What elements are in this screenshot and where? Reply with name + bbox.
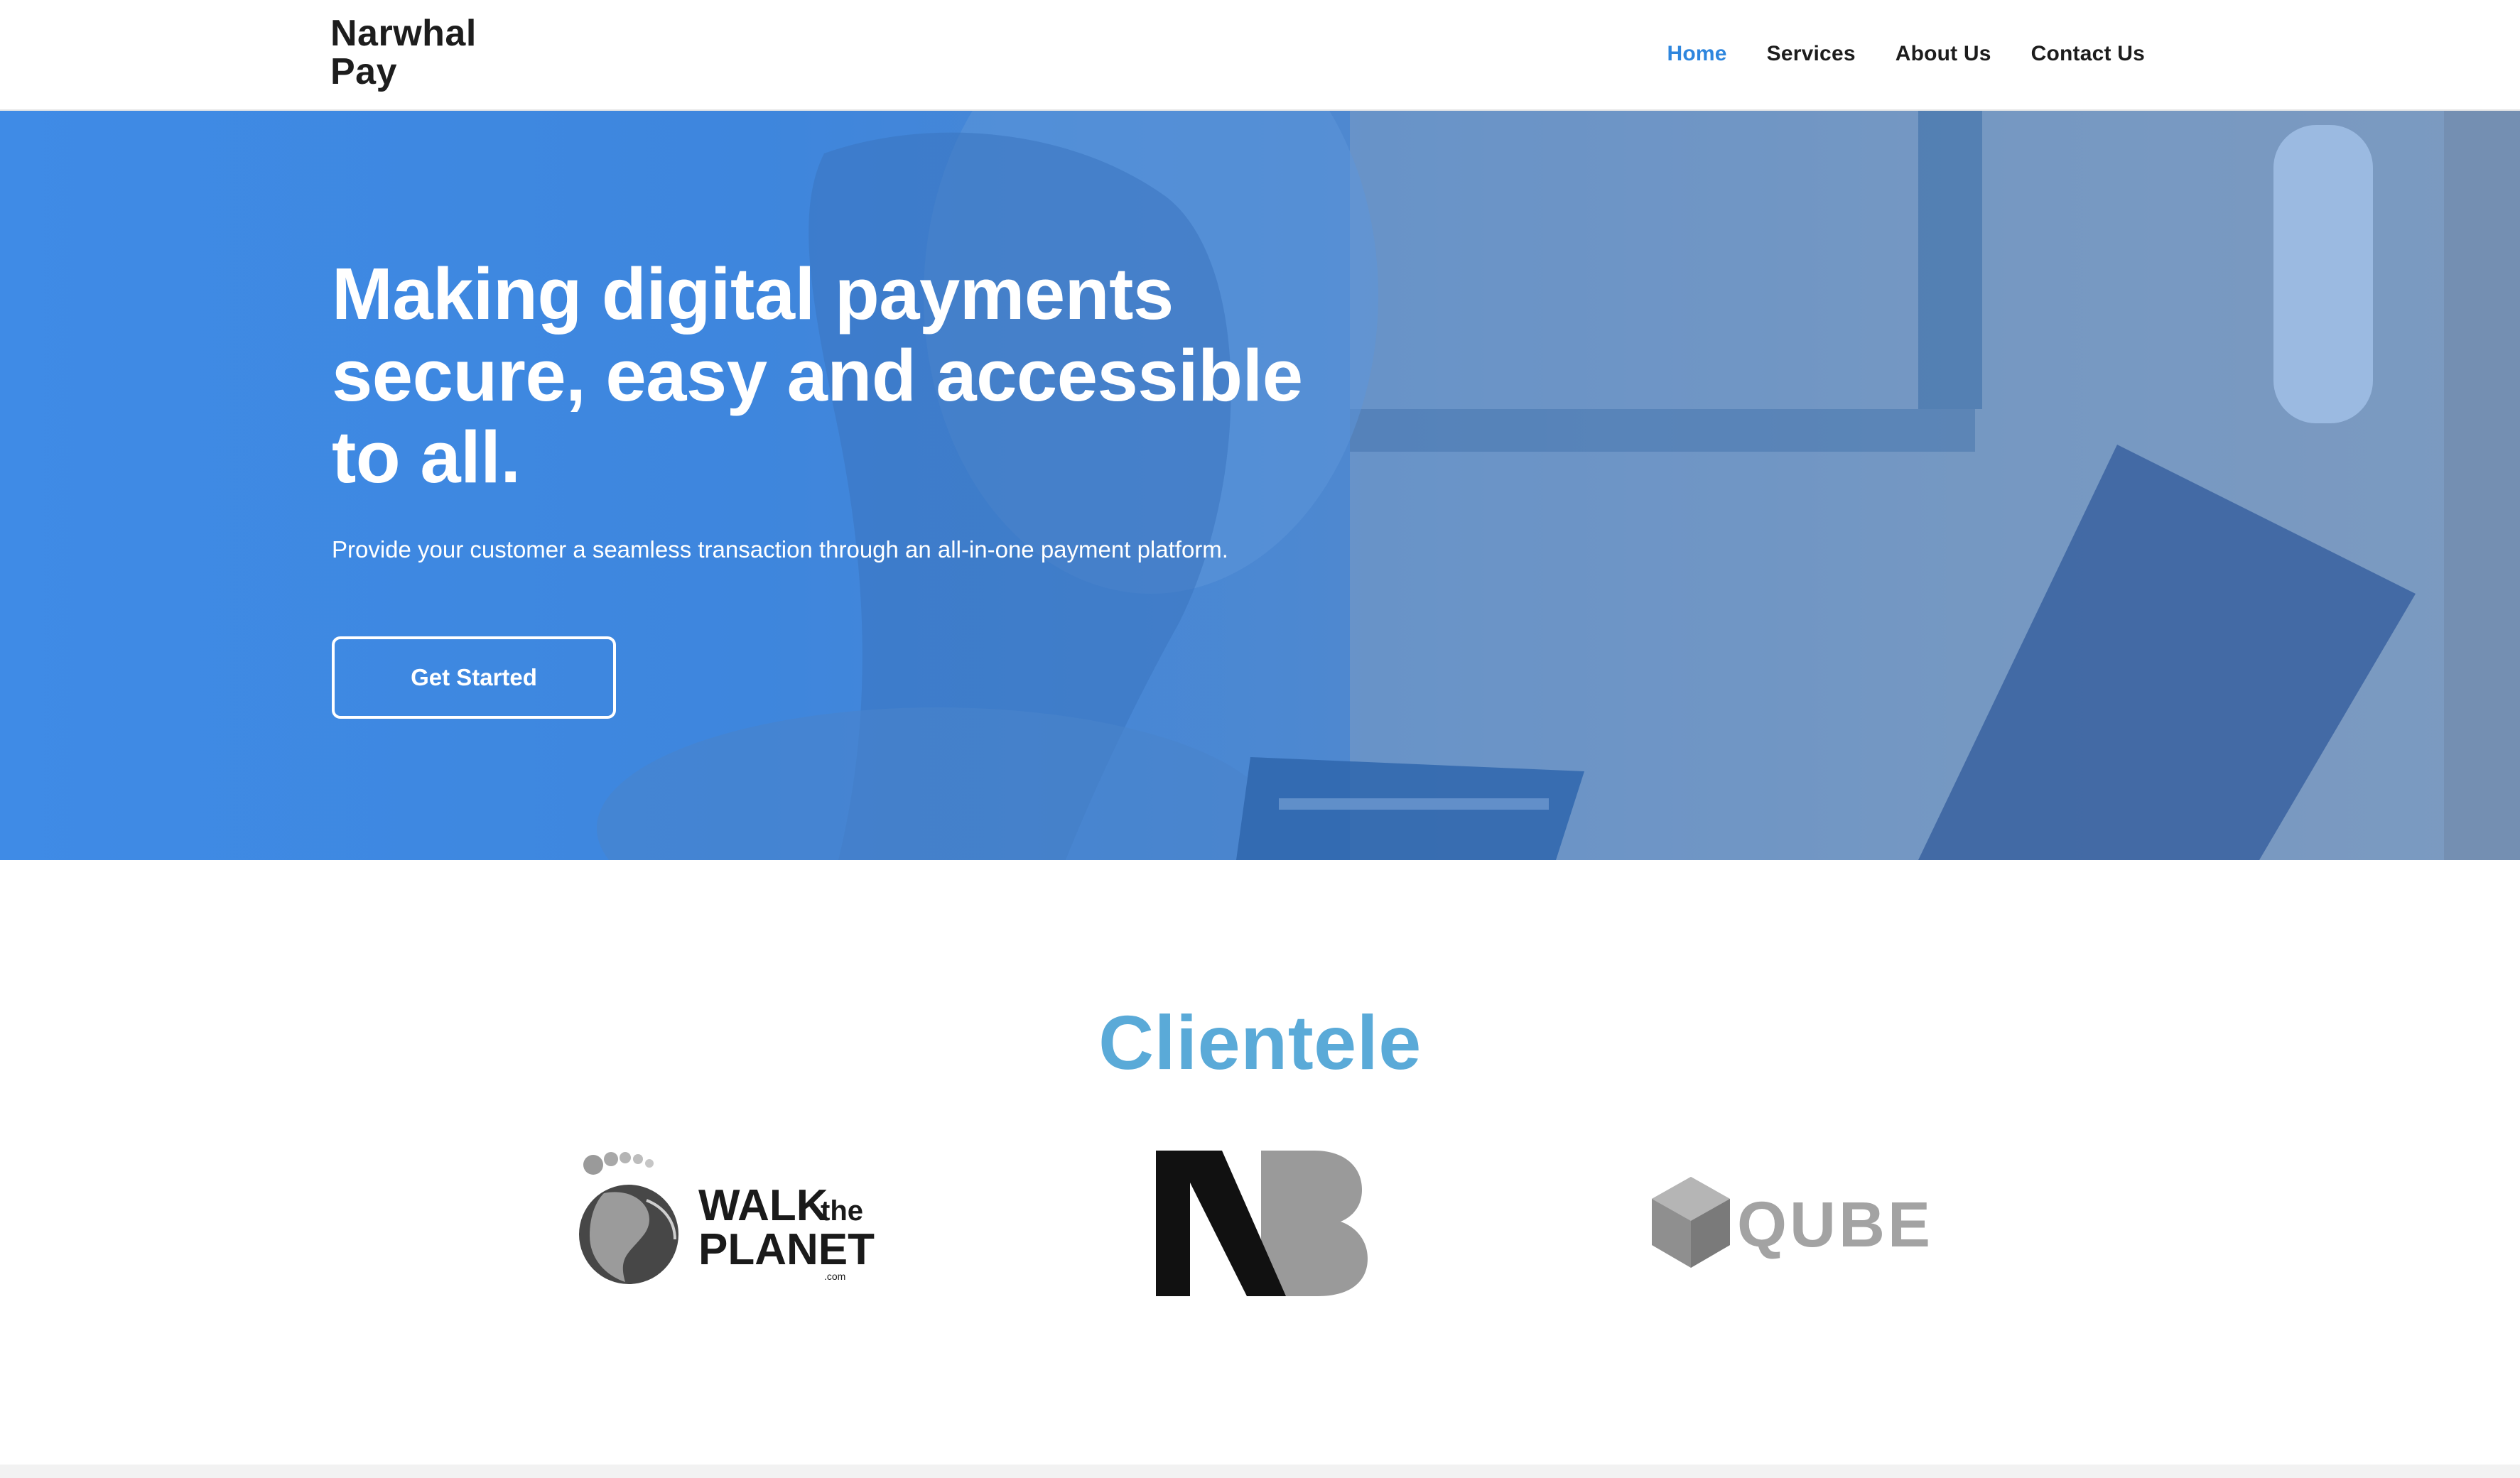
main-nav: Home Services About Us Contact Us (1667, 0, 2145, 108)
walk-text: WALK (698, 1181, 828, 1230)
brand-name-line2: Pay (330, 51, 398, 92)
hero-title: Making digital payments secure, easy and… (332, 253, 1303, 498)
brand-logo[interactable]: Narwhal Pay (330, 14, 477, 91)
walk-the-planet-logo-image: WALK the PLANET .com (579, 1152, 875, 1284)
hero-subtitle: Provide your customer a seamless transac… (332, 536, 1228, 563)
brand-name-line1: Narwhal (330, 13, 477, 54)
planet-text: PLANET (698, 1225, 875, 1274)
nav-home-link[interactable]: Home (1667, 42, 1727, 66)
nav-services-link[interactable]: Services (1767, 42, 1856, 66)
nav-contact-link[interactable]: Contact Us (2031, 42, 2145, 66)
dot-com-text: .com (824, 1271, 845, 1282)
qube-text: QUBE (1737, 1190, 1933, 1261)
nb-logo-image (1156, 1151, 1368, 1296)
client-logo-qube: QUBE (1652, 1175, 1950, 1275)
client-logo-nb (1154, 1151, 1368, 1296)
footer-strip (0, 1465, 2520, 1478)
site-header: Narwhal Pay Home Services About Us Conta… (0, 0, 2520, 111)
client-logo-walk-the-planet: WALK the PLANET .com (575, 1151, 881, 1293)
nav-about-link[interactable]: About Us (1896, 42, 1991, 66)
the-text: the (821, 1195, 863, 1227)
qube-logo-image: QUBE (1652, 1177, 1933, 1268)
get-started-button[interactable]: Get Started (332, 636, 616, 719)
hero-section: Making digital payments secure, easy and… (0, 111, 2520, 860)
clientele-heading: Clientele (1098, 999, 1422, 1085)
